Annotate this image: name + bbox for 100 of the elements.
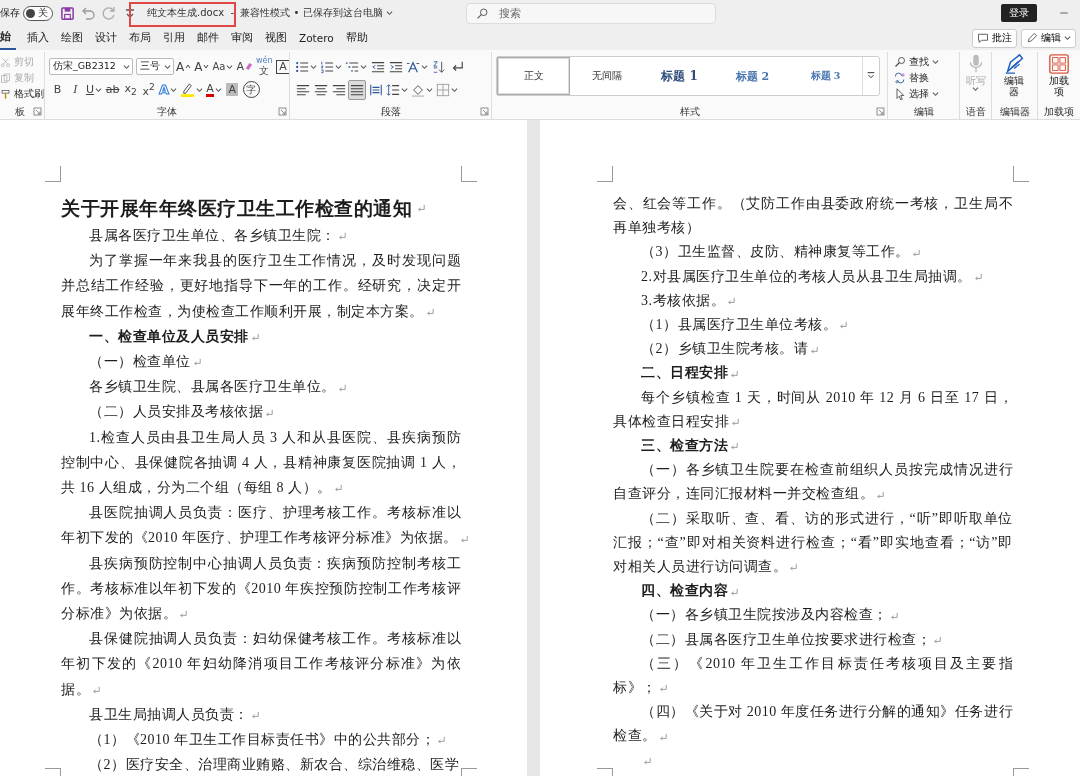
ribbon-tab[interactable]: 邮件 <box>192 27 224 49</box>
paragraph: （2）医疗安全、治理商业贿赂、新农合、综治维稳、医学 <box>88 756 460 775</box>
bullets-icon <box>295 59 309 74</box>
section-heading: 一、检查单位及人员安排 <box>61 323 461 349</box>
change-case-button[interactable]: Aa <box>211 56 235 77</box>
style-option[interactable]: 无间隔 <box>570 57 643 95</box>
copy-icon <box>0 72 11 84</box>
sign-in-button[interactable]: 登录 <box>1001 4 1037 22</box>
increase-indent-icon <box>388 59 403 74</box>
underline-button[interactable]: U <box>85 79 104 100</box>
add-ins-button[interactable]: 加载项 <box>1048 52 1070 104</box>
italic-button[interactable]: I <box>67 79 84 100</box>
asian-layout-icon <box>406 59 420 74</box>
search-field[interactable]: 搜索 <box>465 2 716 24</box>
ribbon-tab[interactable]: 绘图 <box>56 27 88 49</box>
font-color-button[interactable]: A <box>205 79 223 100</box>
paragraph: （一）各乡镇卫生院要在检查前组织人员按完成情况进行自查评分，连同汇报材料一并交检查组。 <box>613 461 1013 504</box>
ribbon-tab[interactable]: 视图 <box>260 27 292 49</box>
align-left-icon <box>295 82 310 97</box>
ribbon-tab[interactable]: 审阅 <box>226 27 258 49</box>
select-button[interactable]: 选择 <box>892 86 941 102</box>
paragraph: （二）人员安排及考核依据 <box>61 399 461 425</box>
sort-icon <box>431 59 446 74</box>
grow-font-button[interactable]: A <box>175 56 193 77</box>
dialog-launcher-icon[interactable] <box>33 107 42 116</box>
editing-mode-button[interactable]: 编辑 <box>1021 28 1076 48</box>
strikethrough-button[interactable]: ab <box>104 79 122 100</box>
ribbon-tab[interactable]: 布局 <box>124 27 156 49</box>
dialog-launcher-icon[interactable] <box>876 107 885 116</box>
caret-icon <box>932 91 939 97</box>
justify-icon <box>350 82 364 97</box>
expand-icon <box>865 71 876 81</box>
style-option[interactable]: 正文 <box>497 57 570 95</box>
character-shading-button[interactable]: A <box>223 79 241 100</box>
paragraph: （一）各乡镇卫生院按涉及内容检查； <box>613 603 1013 628</box>
caret-icon <box>310 63 317 70</box>
font-name-dropdown[interactable]: 仿宋_GB2312 <box>49 58 133 75</box>
cursor-icon <box>894 88 906 100</box>
paragraph: 2.对县属医疗卫生单位的考核人员从县卫生局抽调。 <box>613 264 1013 289</box>
ribbon-tab[interactable]: 插入 <box>22 27 54 49</box>
format-painter-button[interactable]: 格式刷 <box>0 86 44 102</box>
ribbon-tab[interactable]: 帮助 <box>340 27 373 49</box>
style-option[interactable]: 标题 1 <box>643 57 716 95</box>
paragraph: （2）乡镇卫生院考核。请 <box>613 337 1013 362</box>
style-option[interactable]: 标题 2 <box>716 57 789 95</box>
section-heading: 三、检查方法 <box>613 434 1013 459</box>
section-heading: 二、日程安排 <box>613 361 1013 386</box>
bold-button[interactable]: B <box>49 79 66 100</box>
autosave-label: 保存 <box>0 6 20 20</box>
borders-icon <box>436 82 450 97</box>
superscript-button[interactable]: x$^{2}$ <box>140 79 158 100</box>
replace-button[interactable]: 替换 <box>892 70 941 86</box>
align-right-icon <box>331 82 346 97</box>
justify-button[interactable] <box>348 79 366 100</box>
caret-icon <box>214 86 222 93</box>
group-label: 编辑 <box>912 104 935 119</box>
subscript-button[interactable]: x$_{2}$ <box>122 79 140 100</box>
autosave-toggle[interactable]: 关 <box>23 5 53 21</box>
shrink-font-button[interactable]: A <box>193 56 211 77</box>
numbering-icon <box>320 59 334 74</box>
group-label: 板 <box>14 104 26 119</box>
find-button[interactable]: 查找 <box>892 54 941 70</box>
caret-icon <box>123 63 130 70</box>
paragraph: 会、红会等工作。（艾防工作由县委政府统一考核，卫生局不再单独考核） <box>613 195 1013 238</box>
crop-mark <box>45 166 61 182</box>
editor-button[interactable]: 编辑器 <box>1003 52 1026 104</box>
scissors-icon <box>0 56 11 68</box>
eraser-icon <box>244 62 253 71</box>
ribbon-tab[interactable]: 设计 <box>90 27 122 49</box>
caret-icon <box>421 63 428 70</box>
ribbon-tab[interactable]: 引用 <box>158 27 190 49</box>
paragraph: （1）县属医疗卫生单位考核。 <box>613 313 1013 338</box>
clear-formatting-button[interactable]: A <box>235 56 254 77</box>
style-option[interactable]: 标题 3 <box>789 57 862 95</box>
caret-icon <box>335 63 342 70</box>
paragraph: 各乡镇卫生院、县属各医疗卫生单位。 <box>61 374 461 400</box>
search-icon <box>894 56 906 68</box>
text-effects-button[interactable]: A <box>158 79 179 100</box>
pen-icon <box>1003 53 1026 75</box>
ribbon-tab[interactable]: Zotero <box>294 28 339 48</box>
decrease-indent-icon <box>370 59 385 74</box>
grid-icon <box>1048 53 1070 75</box>
caret-up-icon <box>185 64 192 69</box>
caret-icon <box>932 59 939 65</box>
dialog-launcher-icon[interactable] <box>480 107 489 116</box>
pencil-icon <box>1026 32 1038 44</box>
crop-mark <box>1013 166 1029 182</box>
document-title[interactable]: 纯文本生成.docx - 兼容性模式 • 已保存到这台电脑 <box>147 6 393 20</box>
paragraph: （二）采取听、查、看、访的形式进行，“听”即听取单位汇报；“查”即对相关资料进行检查；“看”即实地查看；“访”即对相关人员进行访问调查。 <box>613 509 1013 577</box>
paragraph: 县疾病预防控制中心抽调人员负责：疾病预防控制考核工作。考核标准以年初下发的《2010 年疾控预防控制工作考核评分标准》为依据。 <box>61 554 461 624</box>
dialog-launcher-icon[interactable] <box>278 107 287 116</box>
crop-mark <box>461 166 477 182</box>
group-label: 样式 <box>678 104 701 119</box>
phonetic-guide-button[interactable]: wén 文 <box>254 56 274 77</box>
comments-button[interactable]: 批注 <box>972 28 1017 48</box>
undo-icon[interactable] <box>80 5 96 21</box>
line-spacing-icon <box>386 82 400 97</box>
font-size-dropdown[interactable]: 三号 <box>136 58 174 75</box>
save-icon[interactable] <box>60 5 75 21</box>
paragraph: 县医院抽调人员负责：医疗、护理考核工作。考核标准以年初下发的《2010 年医疗、护理工作考核评分标准》为依据。 <box>61 500 461 551</box>
